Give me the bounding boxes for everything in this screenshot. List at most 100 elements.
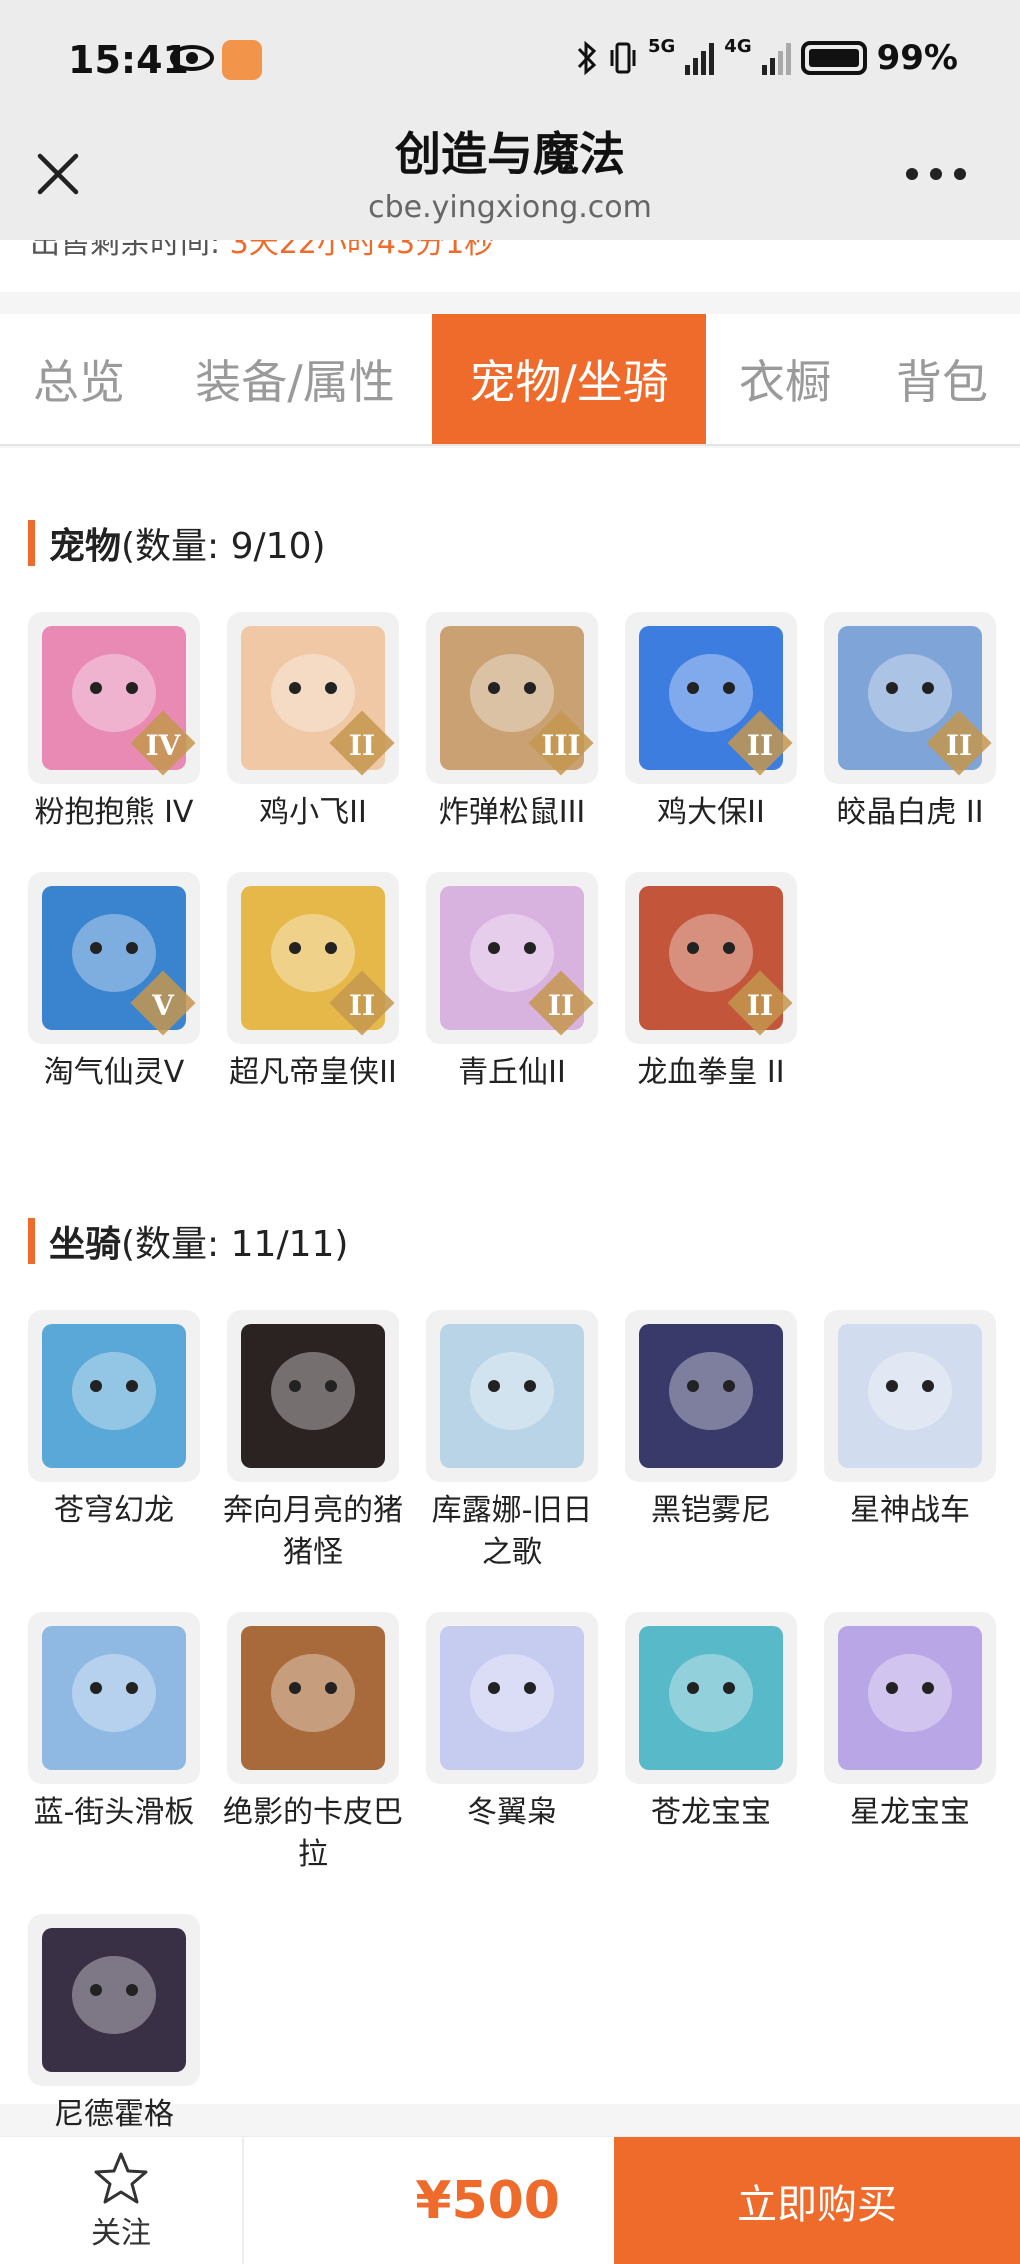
mount-card[interactable]: 库露娜-旧日之歌 — [426, 1310, 598, 1574]
pet-thumbnail: II — [625, 872, 797, 1044]
rank-badge-label: II — [945, 729, 973, 762]
pet-card[interactable]: III 炸弹松鼠III — [426, 612, 598, 834]
pet-name: 青丘仙II — [458, 1055, 566, 1090]
mount-image — [42, 1626, 186, 1770]
mount-name: 冬翼枭 — [467, 1795, 557, 1830]
mount-name: 星龙宝宝 — [850, 1795, 970, 1830]
signal-5g-icon — [685, 41, 715, 75]
tab-wardrobe[interactable]: 衣橱 — [706, 314, 864, 444]
mount-name: 奔向月亮的猪猪怪 — [223, 1493, 403, 1570]
status-indicators: 5G 4G 99% — [576, 38, 958, 78]
pet-card[interactable]: IV 粉抱抱熊 IV — [28, 612, 200, 834]
rank-badge-label: II — [547, 989, 575, 1022]
mount-name: 蓝-街头滑板 — [33, 1795, 195, 1830]
mount-name: 绝影的卡皮巴拉 — [223, 1795, 403, 1872]
pet-thumbnail: II — [426, 872, 598, 1044]
pet-thumbnail: IV — [28, 612, 200, 784]
mount-card[interactable]: 尼德霍格 — [28, 1914, 200, 2136]
tab-pets-mounts[interactable]: 宠物/坐骑 — [432, 314, 706, 444]
status-bar: 15:41 5G 4G 99% — [0, 0, 1020, 125]
pet-name: 鸡大保II — [657, 795, 765, 830]
mount-image — [440, 1324, 584, 1468]
rank-badge-label: III — [541, 729, 581, 762]
vibrate-icon — [610, 42, 636, 74]
signal-4g-icon — [761, 41, 791, 75]
section-accent-bar — [28, 1218, 35, 1264]
pets-grid: IV 粉抱抱熊 IV II 鸡小飞II III 炸弹松鼠III II 鸡大保II II 皎晶白虎 … — [28, 612, 998, 1094]
mount-thumbnail — [625, 1310, 797, 1482]
mount-card[interactable]: 星神战车 — [824, 1310, 996, 1574]
mount-card[interactable]: 蓝-街头滑板 — [28, 1612, 200, 1876]
bottom-bar: 关注 ¥500 立即购买 — [0, 2136, 1020, 2264]
follow-button[interactable]: 关注 — [0, 2137, 244, 2264]
pet-card[interactable]: II 鸡小飞II — [227, 612, 399, 834]
mount-thumbnail — [28, 1612, 200, 1784]
mount-thumbnail — [28, 1914, 200, 2086]
buy-now-button[interactable]: 立即购买 — [614, 2137, 1020, 2264]
rank-badge-label: II — [348, 989, 376, 1022]
mount-card[interactable]: 苍穹幻龙 — [28, 1310, 200, 1574]
mount-thumbnail — [227, 1612, 399, 1784]
mount-name: 黑铠雾尼 — [651, 1493, 771, 1528]
pet-name: 粉抱抱熊 IV — [34, 795, 194, 830]
mount-name: 苍穹幻龙 — [54, 1493, 174, 1528]
mount-thumbnail — [426, 1612, 598, 1784]
mount-thumbnail — [824, 1612, 996, 1784]
rank-badge-label: IV — [145, 729, 181, 762]
pet-card[interactable]: II 超凡帝皇侠II — [227, 872, 399, 1094]
mount-image — [241, 1324, 385, 1468]
battery-level: 99% — [876, 38, 958, 78]
mount-name: 星神战车 — [850, 1493, 970, 1528]
bluetooth-icon — [577, 40, 597, 76]
mount-card[interactable]: 奔向月亮的猪猪怪 — [223, 1310, 403, 1574]
pet-thumbnail: II — [227, 612, 399, 784]
pet-name: 皎晶白虎 II — [836, 795, 984, 830]
mount-image — [639, 1324, 783, 1468]
mount-name: 尼德霍格 — [54, 2097, 174, 2132]
mount-thumbnail — [824, 1310, 996, 1482]
mounts-grid: 苍穹幻龙 奔向月亮的猪猪怪 库露娜-旧日之歌 黑铠雾尼 星神战车蓝-街头滑板 绝影的卡皮巴… — [28, 1310, 998, 2136]
rank-badge-label: II — [746, 729, 774, 762]
pet-thumbnail: II — [824, 612, 996, 784]
battery-icon — [800, 41, 867, 75]
mount-card[interactable]: 苍龙宝宝 — [625, 1612, 797, 1876]
mount-name: 库露娜-旧日之歌 — [431, 1493, 593, 1570]
page-url: cbe.yingxiong.com — [368, 190, 652, 225]
mount-image — [639, 1626, 783, 1770]
mounts-count: (数量: 11/11) — [121, 1224, 349, 1265]
section-accent-bar — [28, 520, 35, 566]
mount-card[interactable]: 星龙宝宝 — [824, 1612, 996, 1876]
pet-name: 超凡帝皇侠II — [229, 1055, 397, 1090]
sale-time-label: 出售剩余时间: — [30, 240, 221, 261]
eye-icon — [170, 45, 214, 71]
content-panel: 宠物 (数量: 9/10) IV 粉抱抱熊 IV II 鸡小飞II III 炸弹松鼠III… — [0, 448, 1020, 2132]
follow-label: 关注 — [91, 2216, 151, 2251]
pet-card[interactable]: II 鸡大保II — [625, 612, 797, 834]
rank-badge-label: V — [152, 989, 174, 1022]
mount-thumbnail — [625, 1612, 797, 1784]
network-4g-label: 4G — [724, 36, 752, 57]
pet-card[interactable]: II 青丘仙II — [426, 872, 598, 1094]
pet-thumbnail: III — [426, 612, 598, 784]
mount-card[interactable]: 绝影的卡皮巴拉 — [223, 1612, 403, 1876]
tab-overview[interactable]: 总览 — [0, 314, 158, 444]
sale-remaining-time: 出售剩余时间: 3天22小时43分1秒 — [0, 240, 1020, 292]
page-title: 创造与魔法 — [395, 127, 625, 181]
pets-count: (数量: 9/10) — [121, 526, 326, 567]
pet-thumbnail: V — [28, 872, 200, 1044]
price: ¥500 — [415, 2171, 560, 2231]
mount-card[interactable]: 黑铠雾尼 — [625, 1310, 797, 1574]
star-icon — [94, 2152, 148, 2204]
mounts-section-title: 坐骑 (数量: 11/11) — [28, 1218, 349, 1265]
pet-card[interactable]: V 淘气仙灵V — [28, 872, 200, 1094]
tab-backpack[interactable]: 背包 — [864, 314, 1020, 444]
pet-name: 龙血拳皇 II — [637, 1055, 785, 1090]
mount-card[interactable]: 冬翼枭 — [426, 1612, 598, 1876]
pet-thumbnail: II — [227, 872, 399, 1044]
pet-card[interactable]: II 皎晶白虎 II — [824, 612, 996, 834]
mount-thumbnail — [426, 1310, 598, 1482]
pet-card[interactable]: II 龙血拳皇 II — [625, 872, 797, 1094]
more-options-icon[interactable] — [906, 168, 966, 182]
tab-equipment[interactable]: 装备/属性 — [158, 314, 432, 444]
mount-image — [838, 1324, 982, 1468]
